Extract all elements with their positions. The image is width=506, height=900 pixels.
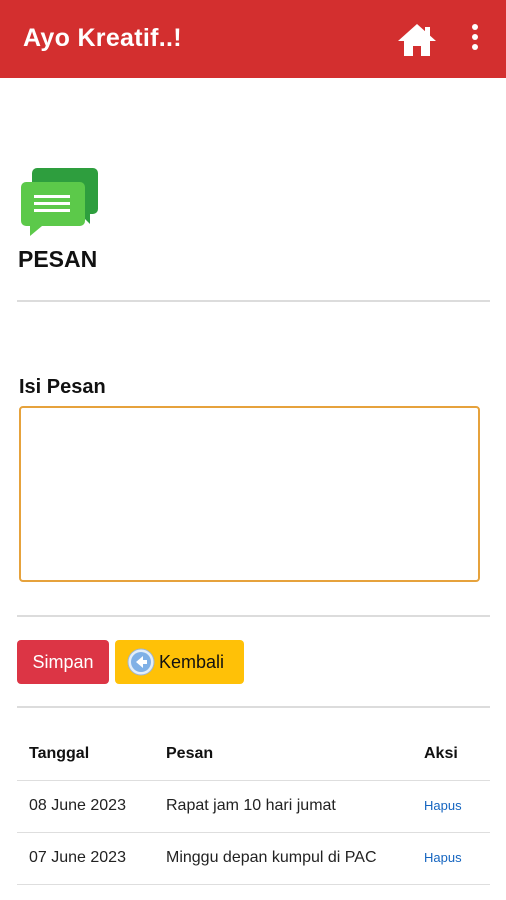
row-message: Rapat jam 10 hari jumat <box>154 779 412 832</box>
column-header-pesan: Pesan <box>166 744 214 762</box>
delete-link[interactable]: Hapus <box>424 798 462 813</box>
arrow-left-circle-icon <box>127 648 155 676</box>
messages-table: Tanggal Pesan Aksi 08 June 2023 Rapat ja… <box>17 728 490 885</box>
row-date: 08 June 2023 <box>17 779 154 832</box>
back-button-label: Kembali <box>159 651 225 672</box>
row-message: Minggu depan kumpul di PAC <box>154 831 412 885</box>
table-row: 07 June 2023 Minggu depan kumpul di PAC … <box>17 831 490 885</box>
save-button-label: Simpan <box>32 651 94 672</box>
more-vert-icon[interactable] <box>464 24 486 56</box>
column-header-tanggal: Tanggal <box>29 744 90 762</box>
back-button[interactable]: Kembali <box>115 640 244 684</box>
page-title: PESAN <box>18 246 98 272</box>
table-header-row: Tanggal Pesan Aksi <box>17 728 490 780</box>
app-title: Ayo Kreatif..! <box>23 24 182 52</box>
divider <box>17 706 490 708</box>
message-textarea[interactable] <box>19 406 480 582</box>
chat-bubbles-icon <box>20 166 102 238</box>
delete-link[interactable]: Hapus <box>424 850 462 865</box>
table-row: 08 June 2023 Rapat jam 10 hari jumat Hap… <box>17 779 490 832</box>
home-icon[interactable] <box>396 22 438 58</box>
save-button[interactable]: Simpan <box>17 640 109 684</box>
row-date: 07 June 2023 <box>17 831 154 885</box>
divider <box>17 300 490 302</box>
divider <box>17 615 490 617</box>
app-bar: Ayo Kreatif..! <box>0 0 506 78</box>
message-label: Isi Pesan <box>19 376 106 398</box>
column-header-aksi: Aksi <box>424 744 458 762</box>
